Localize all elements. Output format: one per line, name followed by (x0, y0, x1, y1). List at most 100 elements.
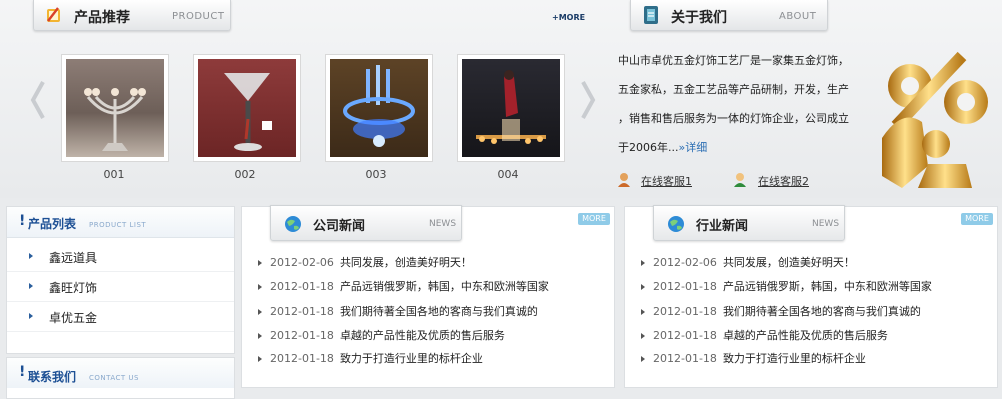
company-news-panel: 公司新闻 NEWS MORE 2012-02-06 共同发展，创造美好明天！ 20… (241, 205, 615, 388)
product-list-item-label: 鑫旺灯饰 (49, 281, 98, 295)
about-header: 关于我们 ABOUT (630, 0, 828, 31)
bullet-arrow-icon (29, 283, 33, 289)
news-headline[interactable]: 产品远销俄罗斯，韩国，中东和欧洲等国家 (340, 280, 549, 293)
product-caption-1: 001 (103, 168, 125, 181)
bullet-arrow-icon (258, 309, 262, 315)
news-item[interactable]: 2012-01-18 我们期待著全国各地的客商与我们真诚的 (258, 303, 538, 319)
product-list-item[interactable]: 鑫旺灯饰 (7, 271, 234, 302)
contact-header: ! 联系我们 CONTACT US (7, 358, 234, 388)
bullet-arrow-icon (258, 356, 262, 362)
industry-news-panel: 行业新闻 NEWS MORE 2012-02-06 共同发展，创造美好明天！ 20… (624, 205, 998, 388)
news-date: 2012-01-18 (270, 329, 334, 342)
product-list-header: ! 产品列表 PRODUCT LIST (7, 207, 234, 238)
news-headline[interactable]: 致力于打造行业里的标杆企业 (723, 352, 866, 365)
about-title: 关于我们 (671, 10, 727, 26)
company-news-title-en: NEWS (429, 219, 457, 229)
product-thumb-3[interactable] (325, 54, 433, 162)
news-headline[interactable]: 我们期待著全国各地的客商与我们真诚的 (340, 305, 538, 318)
company-news-more-button[interactable]: MORE (578, 213, 610, 225)
bullet-arrow-icon (258, 333, 262, 339)
bullet-arrow-icon (258, 284, 262, 290)
top-banner: 产品推荐 PRODUCT +MORE 001 002 003 004 关于我们 … (0, 0, 1002, 198)
customer-service-icon-2 (732, 171, 748, 191)
online-service-link-1[interactable]: 在线客服1 (641, 173, 692, 189)
news-headline[interactable]: 卓越的产品性能及优质的售后服务 (723, 329, 888, 342)
industry-news-title-en: NEWS (812, 219, 840, 229)
industry-news-header: 行业新闻 NEWS (653, 205, 845, 241)
header-marker-icon: ! (19, 364, 26, 380)
product-list-item-label: 卓优五金 (49, 311, 98, 325)
product-list-title: 产品列表 (28, 217, 77, 231)
martini-glass-image (198, 59, 296, 157)
news-headline[interactable]: 卓越的产品性能及优质的售后服务 (340, 329, 505, 342)
news-item[interactable]: 2012-01-18 致力于打造行业里的标杆企业 (641, 350, 866, 366)
news-headline[interactable]: 我们期待著全国各地的客商与我们真诚的 (723, 305, 921, 318)
news-item[interactable]: 2012-01-18 产品远销俄罗斯，韩国，中东和欧洲等国家 (258, 278, 549, 294)
news-date: 2012-02-06 (270, 256, 334, 269)
product-list-panel: ! 产品列表 PRODUCT LIST 鑫远道具 鑫旺灯饰 卓优五金 (6, 206, 235, 354)
bullet-arrow-icon (641, 309, 645, 315)
about-title-en: ABOUT (779, 11, 817, 22)
bullet-arrow-icon (641, 356, 645, 362)
about-line-1: 中山市卓优五金灯饰工艺厂是一家集五金灯饰， (618, 54, 849, 67)
news-date: 2012-01-18 (653, 352, 717, 365)
globe-icon (666, 214, 686, 238)
product-list-item-label: 鑫远道具 (49, 251, 98, 265)
bullet-arrow-icon (29, 253, 33, 259)
globe-icon (283, 214, 303, 238)
bullet-arrow-icon (258, 260, 262, 266)
carousel-prev-arrow-icon[interactable] (30, 80, 46, 120)
news-item[interactable]: 2012-01-18 卓越的产品性能及优质的售后服务 (258, 327, 505, 343)
news-date: 2012-02-06 (653, 256, 717, 269)
product-caption-4: 004 (497, 168, 519, 181)
product-list-title-en: PRODUCT LIST (89, 221, 147, 229)
news-date: 2012-01-18 (653, 280, 717, 293)
products-more-link[interactable]: +MORE (552, 13, 585, 22)
news-headline[interactable]: 致力于打造行业里的标杆企业 (340, 352, 483, 365)
news-date: 2012-01-18 (270, 305, 334, 318)
product-caption-2: 002 (234, 168, 256, 181)
news-item[interactable]: 2012-02-06 共同发展，创造美好明天！ (641, 254, 855, 270)
industry-news-title: 行业新闻 (696, 219, 749, 234)
contact-title: 联系我们 (28, 370, 77, 384)
gold-percent-figure-icon (882, 51, 988, 188)
online-service-link-2[interactable]: 在线客服2 (758, 173, 809, 189)
bullet-arrow-icon (29, 313, 33, 319)
news-headline[interactable]: 共同发展，创造美好明天！ (340, 256, 472, 269)
news-headline[interactable]: 产品远销俄罗斯，韩国，中东和欧洲等国家 (723, 280, 932, 293)
products-header: 产品推荐 PRODUCT (33, 0, 231, 31)
notebook-icon (641, 4, 661, 30)
product-caption-3: 003 (365, 168, 387, 181)
product-list-item[interactable]: 卓优五金 (7, 301, 234, 332)
company-news-title: 公司新闻 (313, 219, 366, 234)
product-icon (44, 5, 64, 29)
product-thumb-1[interactable] (61, 54, 169, 162)
news-date: 2012-01-18 (270, 280, 334, 293)
news-headline[interactable]: 共同发展，创造美好明天！ (723, 256, 855, 269)
carousel-next-arrow-icon[interactable] (580, 80, 596, 120)
news-item[interactable]: 2012-01-18 致力于打造行业里的标杆企业 (258, 350, 483, 366)
product-thumb-2[interactable] (193, 54, 301, 162)
news-item[interactable]: 2012-02-06 共同发展，创造美好明天！ (258, 254, 472, 270)
bullet-arrow-icon (641, 333, 645, 339)
customer-service-icon (616, 171, 632, 191)
candelabra-image (66, 59, 164, 157)
header-marker-icon: ! (19, 213, 26, 229)
crystal-chandelier-image (330, 59, 428, 157)
industry-news-more-button[interactable]: MORE (961, 213, 993, 225)
contact-panel: ! 联系我们 CONTACT US (6, 357, 235, 399)
about-line-2: 五金家私，五金工艺品等产品研制，开发，生产 (618, 83, 849, 96)
news-item[interactable]: 2012-01-18 我们期待著全国各地的客商与我们真诚的 (641, 303, 921, 319)
news-date: 2012-01-18 (653, 329, 717, 342)
about-text: 中山市卓优五金灯饰工艺厂是一家集五金灯饰， 五金家私，五金工艺品等产品研制，开发… (618, 46, 876, 162)
company-news-header: 公司新闻 NEWS (270, 205, 462, 241)
about-more-link[interactable]: »详细 (678, 141, 707, 154)
wine-glass-candles-image (462, 59, 560, 157)
news-item[interactable]: 2012-01-18 产品远销俄罗斯，韩国，中东和欧洲等国家 (641, 278, 932, 294)
product-thumb-4[interactable] (457, 54, 565, 162)
bullet-arrow-icon (641, 260, 645, 266)
products-title-en: PRODUCT (172, 11, 225, 22)
product-list-item[interactable]: 鑫远道具 (7, 241, 234, 272)
about-line-4: 于2006年... (618, 141, 679, 154)
news-item[interactable]: 2012-01-18 卓越的产品性能及优质的售后服务 (641, 327, 888, 343)
